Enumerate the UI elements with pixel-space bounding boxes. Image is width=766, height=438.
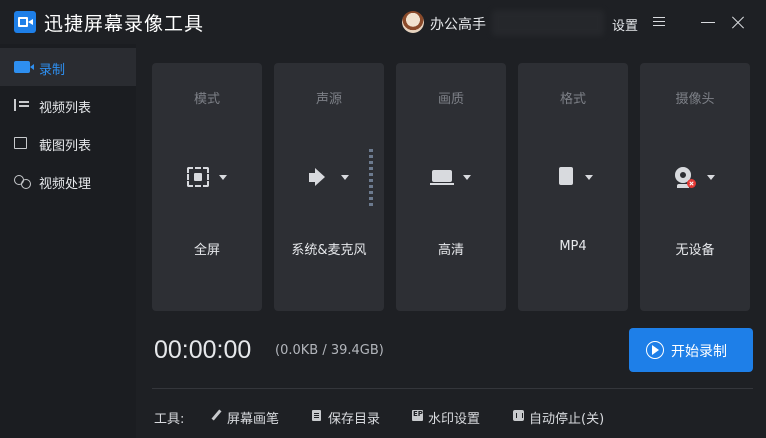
tool-label: 屏幕画笔 [227,412,280,427]
watermark-icon [412,410,423,421]
card-value: 全屏 [193,243,220,258]
card-title: 声源 [315,92,342,107]
card-value: 系统&麦克风 [291,243,367,258]
card-title: 画质 [437,92,464,107]
menu-icon[interactable] [649,11,671,33]
minimize-icon[interactable] [698,11,720,33]
tool-label: 自动停止(关) [529,412,605,427]
divider [152,388,753,389]
card-title: 摄像头 [675,92,715,107]
card-title: 格式 [559,92,586,107]
card-audio-source[interactable]: 声源 系统&麦克风 [274,63,384,311]
card-title: 模式 [193,92,220,107]
video-edit-icon [14,175,31,189]
fullscreen-mode-icon [187,167,209,187]
blurred-area [492,10,604,36]
card-value: 无设备 [675,243,715,258]
sidebar-item-video-list[interactable]: 视频列表 [0,86,136,124]
chevron-down-icon[interactable] [585,175,593,180]
recording-timer: 00:00:00 [154,336,252,364]
sidebar-item-video-edit[interactable]: 视频处理 [0,162,136,200]
error-badge-icon [687,179,696,188]
record-icon [14,61,34,73]
chevron-down-icon[interactable] [341,175,349,180]
tool-label: 保存目录 [328,412,381,427]
card-quality[interactable]: 画质 高清 [396,63,506,311]
chevron-down-icon[interactable] [463,175,471,180]
sidebar-item-label: 截图列表 [39,139,92,154]
user-avatar[interactable] [402,11,424,33]
sidebar-item-label: 视频处理 [39,177,92,192]
sidebar-item-record[interactable]: 录制 [0,48,136,86]
video-list-icon [14,99,30,111]
settings-button[interactable]: 设置 [612,15,638,34]
card-format[interactable]: 格式 MP4 [518,63,628,311]
pen-icon [211,410,222,421]
camera-icon [673,167,697,189]
speaker-icon [309,167,333,189]
card-mode[interactable]: 模式 全屏 [152,63,262,311]
start-record-button[interactable]: 开始录制 [629,328,753,372]
screenshot-list-icon [14,137,27,149]
tool-label: 水印设置 [428,412,481,427]
file-size-info: (0.0KB / 39.4GB) [275,343,384,358]
sidebar-item-label: 录制 [39,63,66,78]
user-name[interactable]: 办公高手 [430,14,486,34]
tools-label: 工具: [154,412,185,427]
folder-doc-icon [312,410,321,421]
sidebar: 录制 视频列表 截图列表 视频处理 [0,44,136,438]
chevron-down-icon[interactable] [707,175,715,180]
card-camera[interactable]: 摄像头 无设备 [640,63,750,311]
laptop-icon [430,167,455,189]
card-value: MP4 [559,239,587,254]
app-title: 迅捷屏幕录像工具 [44,13,205,35]
chevron-down-icon[interactable] [219,175,227,180]
auto-stop-icon [513,410,524,421]
app-logo-icon [14,11,36,33]
sidebar-item-label: 视频列表 [39,101,92,116]
close-icon[interactable] [728,11,750,33]
card-value: 高清 [437,243,464,258]
start-record-label: 开始录制 [671,344,727,360]
title-bar: 迅捷屏幕录像工具 办公高手 设置 [0,0,766,44]
file-format-icon [553,167,577,189]
sidebar-item-screenshot-list[interactable]: 截图列表 [0,124,136,162]
play-icon [646,341,664,359]
